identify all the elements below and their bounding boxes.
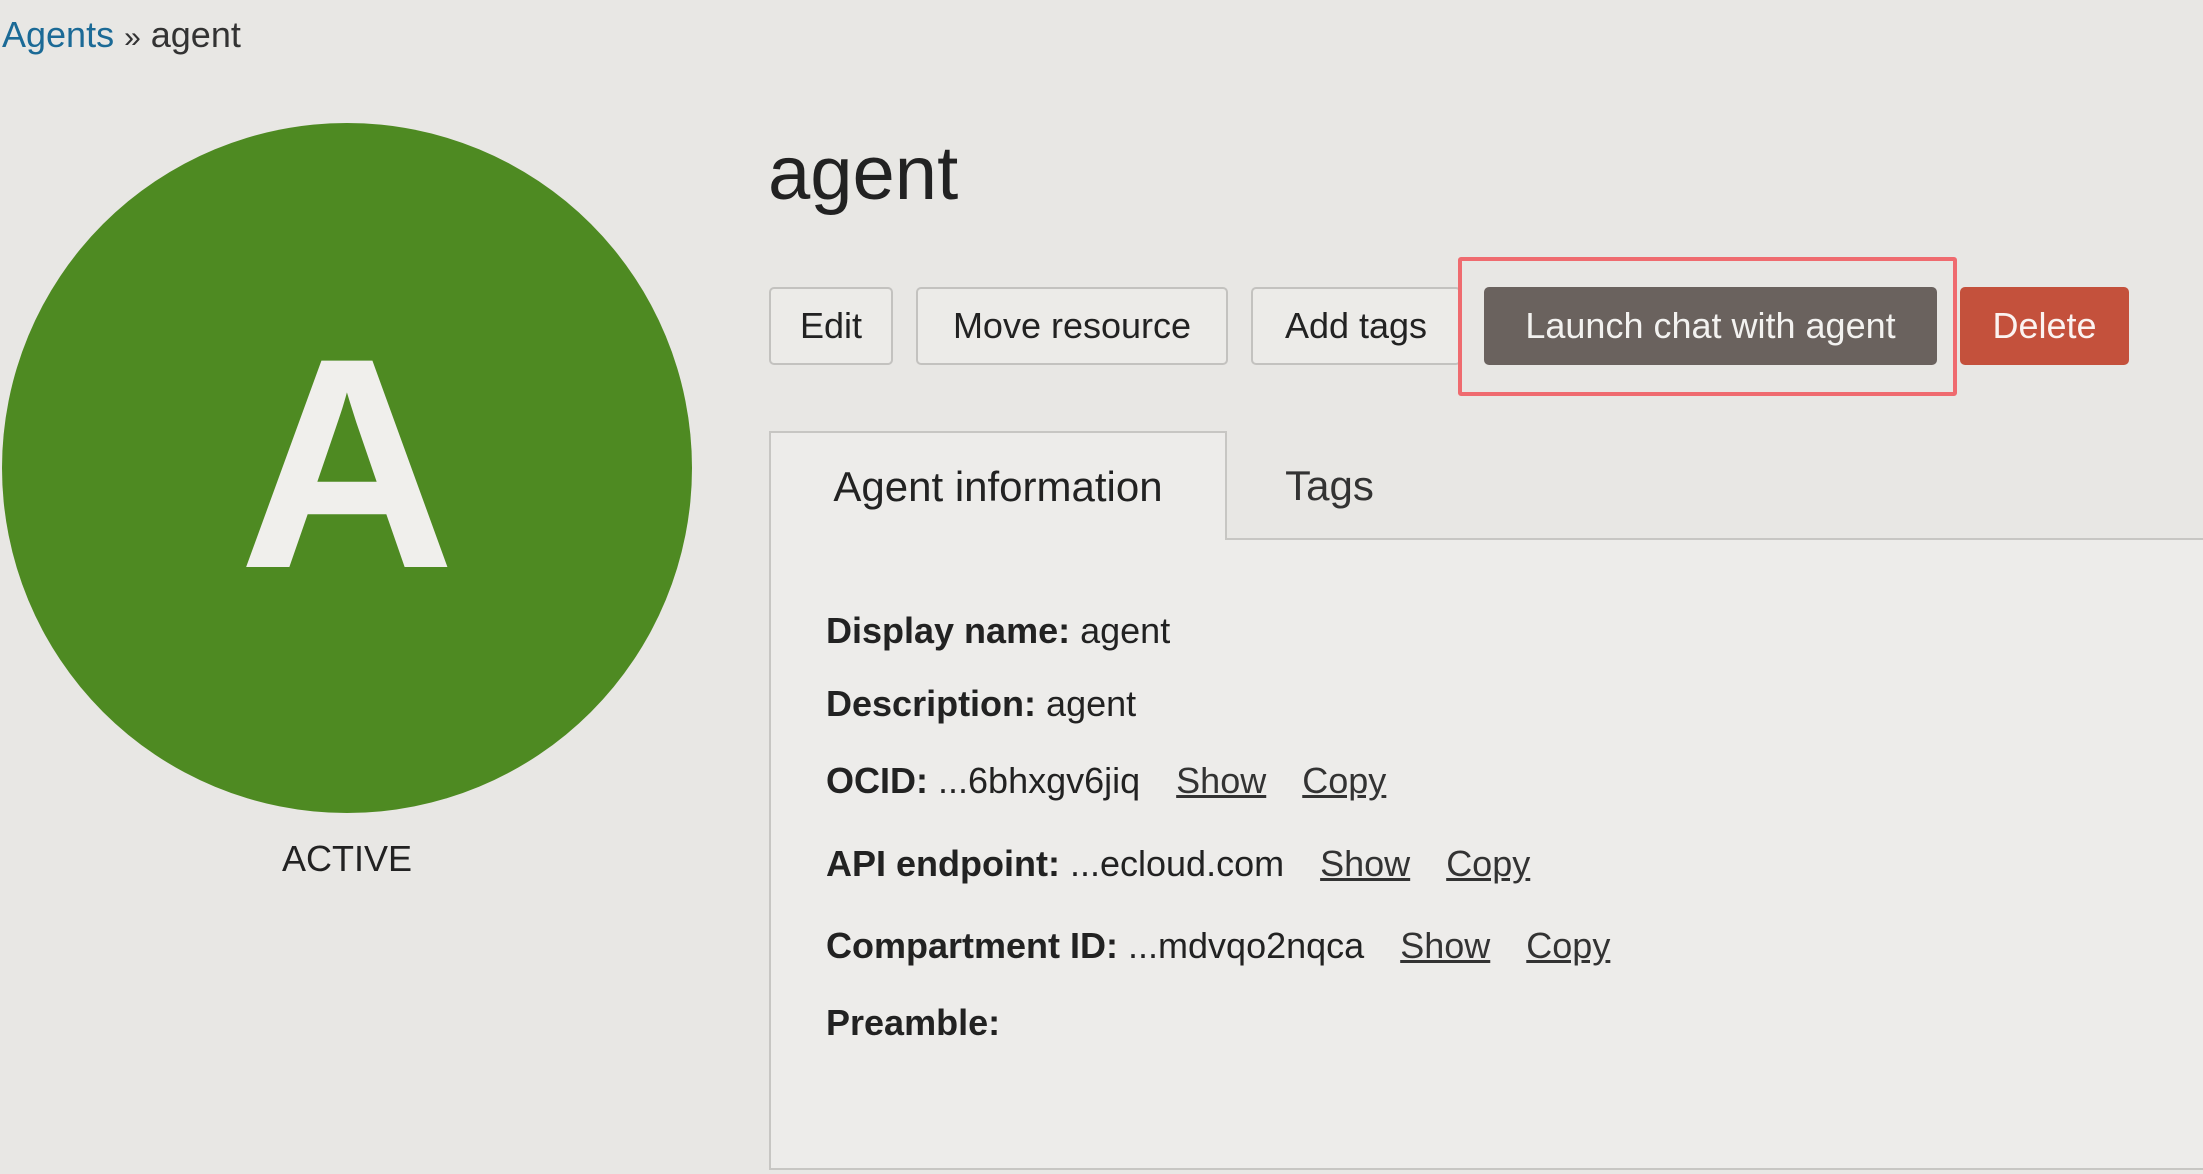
compartment-id-value: ...mdvqo2nqca	[1128, 925, 1365, 966]
display-name-row: Display name: agent	[826, 610, 1170, 652]
page-title: agent	[768, 131, 959, 216]
ocid-copy-link[interactable]: Copy	[1302, 760, 1386, 801]
status-label: ACTIVE	[281, 838, 413, 879]
display-name-value: agent	[1080, 610, 1171, 651]
breadcrumb-current: agent	[150, 14, 241, 55]
launch-chat-button[interactable]: Launch chat with agent	[1484, 287, 1937, 365]
delete-button[interactable]: Delete	[1960, 287, 2129, 365]
preamble-row: Preamble:	[826, 1002, 1000, 1044]
description-value: agent	[1046, 683, 1137, 724]
api-endpoint-label: API endpoint:	[826, 843, 1060, 884]
tab-tags[interactable]: Tags	[1227, 431, 1432, 540]
api-endpoint-show-link[interactable]: Show	[1320, 843, 1410, 884]
description-row: Description: agent	[826, 683, 1136, 725]
breadcrumb: Agents » agent	[2, 14, 241, 56]
edit-button[interactable]: Edit	[769, 287, 893, 365]
ocid-value: ...6bhxgv6jiq	[938, 760, 1141, 801]
breadcrumb-link-agents[interactable]: Agents	[2, 14, 114, 55]
move-resource-button[interactable]: Move resource	[916, 287, 1228, 365]
tab-agent-information[interactable]: Agent information	[769, 431, 1227, 540]
compartment-id-label: Compartment ID:	[826, 925, 1119, 966]
description-label: Description:	[826, 683, 1037, 724]
agent-avatar: A	[2, 123, 692, 813]
compartment-id-copy-link[interactable]: Copy	[1526, 925, 1610, 966]
api-endpoint-copy-link[interactable]: Copy	[1446, 843, 1530, 884]
breadcrumb-separator: »	[124, 21, 141, 54]
ocid-row: OCID: ...6bhxgv6jiq Show Copy	[826, 760, 1386, 802]
add-tags-button[interactable]: Add tags	[1251, 287, 1461, 365]
compartment-id-show-link[interactable]: Show	[1400, 925, 1490, 966]
display-name-label: Display name:	[826, 610, 1071, 651]
api-endpoint-value: ...ecloud.com	[1069, 843, 1285, 884]
compartment-id-row: Compartment ID: ...mdvqo2nqca Show Copy	[826, 925, 1610, 967]
preamble-label: Preamble:	[826, 1002, 1001, 1043]
ocid-label: OCID:	[826, 760, 928, 801]
avatar-letter: A	[238, 295, 456, 631]
api-endpoint-row: API endpoint: ...ecloud.com Show Copy	[826, 843, 1530, 885]
ocid-show-link[interactable]: Show	[1176, 760, 1266, 801]
